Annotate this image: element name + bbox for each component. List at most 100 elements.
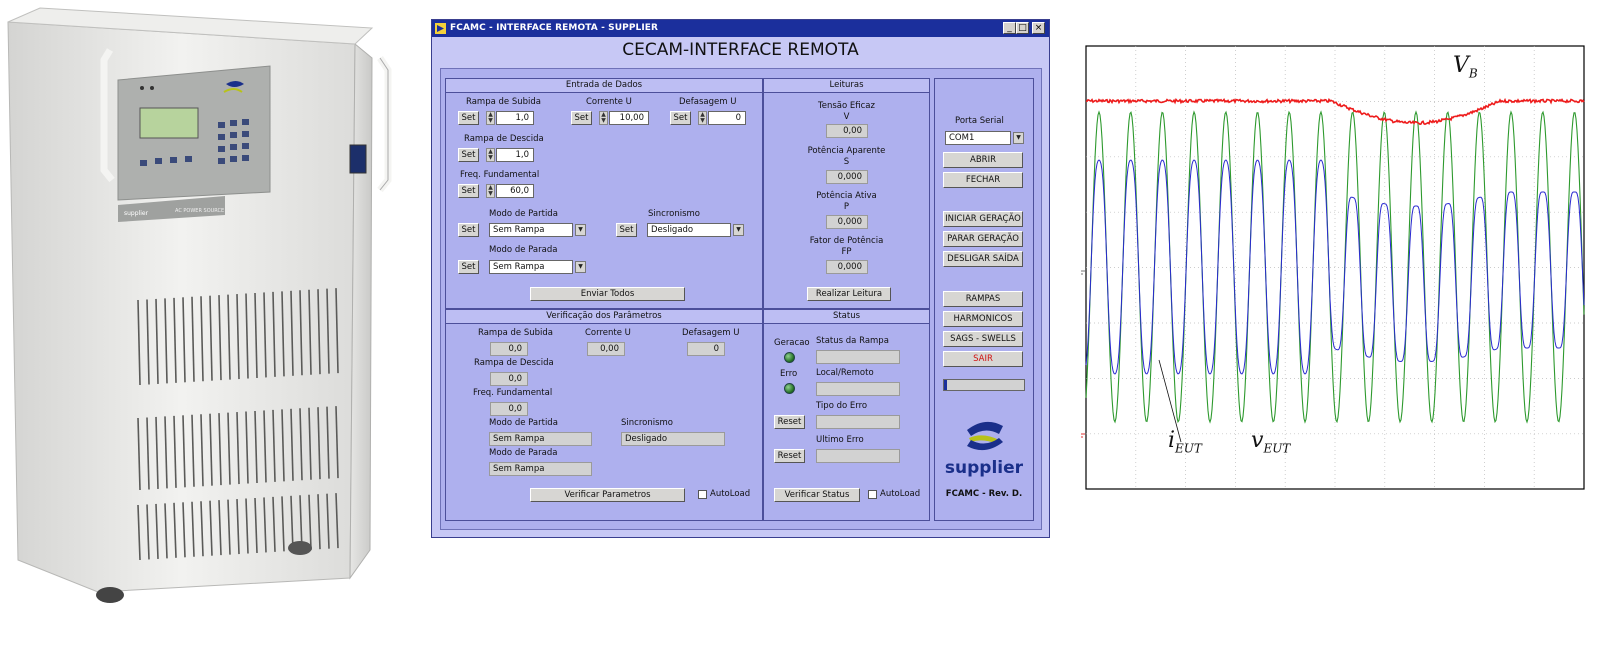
desligar-saida-button[interactable]: DESLIGAR SAÍDA: [943, 251, 1023, 267]
modo-partida-dropdown-icon[interactable]: ▼: [575, 224, 586, 236]
corrente-u-spinner[interactable]: ▲ ▼: [599, 111, 608, 125]
veut-subscript: EUT: [1263, 441, 1291, 456]
veut-label: vEUT: [1251, 428, 1290, 455]
ver-freq-fundamental-label: Freq. Fundamental: [473, 388, 553, 398]
rampa-subida-spinner[interactable]: ▲ ▼: [486, 111, 495, 125]
tensao-eficaz-value: 0,00: [826, 124, 868, 138]
tensao-eficaz-label: Tensão Eficaz: [818, 101, 875, 111]
defasagem-u-label: Defasagem U: [679, 97, 737, 107]
sags-swells-button[interactable]: SAGS - SWELLS: [943, 331, 1023, 347]
corrente-u-input[interactable]: 10,00: [609, 111, 649, 125]
ultimo-erro-value: [816, 449, 900, 463]
supplier-brand: supplier: [944, 458, 1024, 478]
ver-modo-parada-value: Sem Rampa: [489, 462, 592, 476]
porta-serial-label: Porta Serial: [955, 116, 1004, 126]
ver-rampa-subida-value: 0,0: [490, 342, 528, 356]
harmonicos-button[interactable]: HARMONICOS: [943, 311, 1023, 327]
oscillogram-plot: [1075, 45, 1585, 490]
modo-parada-label: Modo de Parada: [489, 245, 558, 255]
iniciar-geracao-button[interactable]: INICIAR GERAÇÃO: [943, 211, 1023, 227]
ieut-subscript: EUT: [1175, 441, 1202, 456]
ultimo-erro-label: Ultimo Erro: [816, 435, 864, 445]
progress-fill: [944, 380, 947, 390]
verificar-parametros-button[interactable]: Verificar Parametros: [530, 488, 685, 502]
fechar-button[interactable]: FECHAR: [943, 172, 1023, 188]
verificar-status-button[interactable]: Verificar Status: [774, 488, 860, 502]
sair-button[interactable]: SAIR: [943, 351, 1023, 367]
lcd-display: [139, 107, 199, 139]
side-control-panel: Porta Serial COM1 ▼ ABRIR FECHAR INICIAR…: [934, 78, 1034, 521]
freq-fundamental-label: Freq. Fundamental: [460, 170, 540, 180]
photo-brand: supplier: [124, 210, 149, 217]
set-rampa-descida-button[interactable]: Set: [458, 148, 479, 162]
tipo-erro-value: [816, 415, 900, 429]
labview-app-icon: [435, 23, 446, 34]
ver-sincronismo-value: Desligado: [621, 432, 725, 446]
set-defasagem-u-button[interactable]: Set: [670, 111, 691, 125]
maximize-button[interactable]: □: [1016, 22, 1029, 34]
close-button[interactable]: ×: [1032, 22, 1045, 34]
window-titlebar: FCAMC - INTERFACE REMOTA - SUPPLIER _ □ …: [432, 20, 1049, 37]
ver-modo-partida-value: Sem Rampa: [489, 432, 592, 446]
ver-sincronismo-label: Sincronismo: [621, 418, 673, 428]
local-remoto-value: [816, 382, 900, 396]
verificacao-autoload-checkbox[interactable]: [698, 490, 707, 499]
fcamc-window: FCAMC - INTERFACE REMOTA - SUPPLIER _ □ …: [431, 19, 1050, 538]
modo-parada-select[interactable]: Sem Rampa: [489, 260, 573, 274]
ver-defasagem-u-value: 0: [687, 342, 725, 356]
status-rampa-value: [816, 350, 900, 364]
reset-ultimo-erro-button[interactable]: Reset: [774, 449, 805, 463]
set-sincronismo-button[interactable]: Set: [616, 223, 637, 237]
parar-geracao-button[interactable]: PARAR GERAÇÃO: [943, 231, 1023, 247]
set-freq-fundamental-button[interactable]: Set: [458, 184, 479, 198]
leituras-title: Leituras: [764, 79, 929, 93]
leituras-panel: Leituras Tensão Eficaz V 0,00 Potência A…: [763, 78, 930, 309]
verificacao-panel: Verificação dos Parâmetros Rampa de Subi…: [445, 309, 763, 521]
realizar-leitura-button[interactable]: Realizar Leitura: [807, 287, 891, 301]
rampas-button[interactable]: RAMPAS: [943, 291, 1023, 307]
ver-defasagem-u-label: Defasagem U: [682, 328, 740, 338]
ieut-symbol: i: [1168, 428, 1176, 453]
ieut-label: iEUT: [1168, 428, 1202, 455]
defasagem-u-spinner[interactable]: ▲ ▼: [698, 111, 707, 125]
potencia-aparente-value: 0,000: [826, 170, 868, 184]
verificacao-title: Verificação dos Parâmetros: [446, 310, 762, 324]
progress-bar: [943, 379, 1025, 391]
sincronismo-dropdown-icon[interactable]: ▼: [733, 224, 744, 236]
enviar-todos-button[interactable]: Enviar Todos: [530, 287, 685, 301]
rampa-subida-input[interactable]: 1,0: [496, 111, 534, 125]
entrada-de-dados-panel: Entrada de Dados Rampa de Subida Set ▲ ▼ …: [445, 78, 763, 309]
set-rampa-subida-button[interactable]: Set: [458, 111, 479, 125]
vb-label: VB: [1453, 53, 1478, 80]
modo-partida-select[interactable]: Sem Rampa: [489, 223, 573, 237]
rampa-descida-label: Rampa de Descida: [464, 134, 544, 144]
defasagem-u-input[interactable]: 0: [708, 111, 746, 125]
sincronismo-select[interactable]: Desligado: [647, 223, 731, 237]
reset-tipo-erro-button[interactable]: Reset: [774, 415, 805, 429]
potencia-aparente-label: Potência Aparente: [807, 146, 886, 156]
set-corrente-u-button[interactable]: Set: [571, 111, 592, 125]
corrente-u-label: Corrente U: [586, 97, 632, 107]
tipo-erro-label: Tipo do Erro: [816, 401, 868, 411]
modo-parada-dropdown-icon[interactable]: ▼: [575, 261, 586, 273]
abrir-button[interactable]: ABRIR: [943, 152, 1023, 168]
fator-potencia-label: Fator de Potência: [809, 236, 884, 246]
porta-serial-select[interactable]: COM1: [945, 131, 1011, 145]
status-autoload-checkbox[interactable]: [868, 490, 877, 499]
set-modo-partida-button[interactable]: Set: [458, 223, 479, 237]
porta-serial-dropdown-icon[interactable]: ▼: [1013, 132, 1024, 144]
set-modo-parada-button[interactable]: Set: [458, 260, 479, 274]
photo-panel-label: AC POWER SOURCE: [175, 208, 224, 214]
potencia-aparente-symbol: S: [843, 157, 850, 167]
freq-fundamental-spinner[interactable]: ▲ ▼: [486, 184, 495, 198]
red-ground-marker-icon: [1075, 433, 1085, 441]
verificacao-autoload-label: AutoLoad: [710, 489, 751, 499]
freq-fundamental-input[interactable]: 60,0: [496, 184, 534, 198]
minimize-button[interactable]: _: [1003, 22, 1016, 34]
oscillogram-panel: VB iEUT vEUT: [1075, 45, 1586, 492]
rampa-descida-input[interactable]: 1,0: [496, 148, 534, 162]
rampa-descida-spinner[interactable]: ▲ ▼: [486, 148, 495, 162]
tensao-symbol: V: [843, 112, 850, 122]
main-panel: Entrada de Dados Rampa de Subida Set ▲ ▼ …: [440, 68, 1042, 530]
vb-symbol: V: [1453, 53, 1469, 78]
